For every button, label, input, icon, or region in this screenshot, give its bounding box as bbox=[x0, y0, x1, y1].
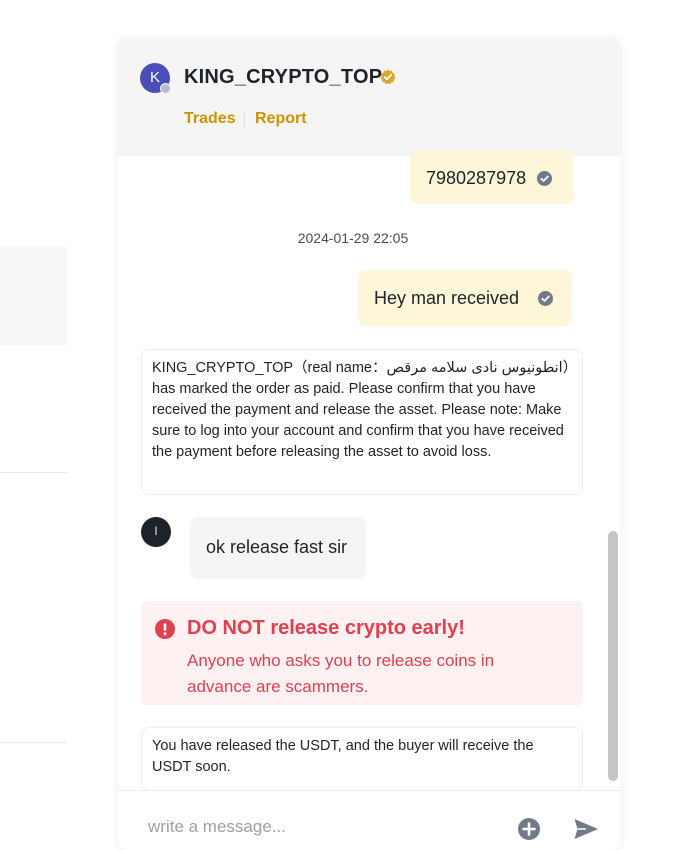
report-link[interactable]: Report bbox=[255, 110, 307, 128]
add-attachment-icon[interactable] bbox=[517, 817, 541, 841]
chat-panel: K KING_CRYPTO_TOP Trades Report 79802879… bbox=[118, 39, 621, 850]
divider bbox=[0, 742, 67, 743]
verified-badge-icon bbox=[380, 69, 396, 85]
message-timestamp: 2024-01-29 22:05 bbox=[297, 230, 409, 246]
message-text: Hey man received bbox=[374, 288, 520, 308]
scam-warning-banner: DO NOT release crypto early! Anyone who … bbox=[141, 601, 583, 705]
send-icon[interactable] bbox=[573, 817, 599, 841]
incoming-message: ok release fast sir bbox=[190, 517, 366, 579]
trades-link[interactable]: Trades bbox=[184, 110, 236, 128]
message-text: 7980287978 bbox=[426, 168, 527, 188]
username[interactable]: KING_CRYPTO_TOP bbox=[184, 66, 382, 89]
read-check-icon bbox=[538, 291, 553, 306]
outgoing-message: 7980287978 bbox=[410, 150, 573, 204]
divider bbox=[0, 472, 67, 473]
message-input[interactable] bbox=[146, 813, 490, 841]
avatar[interactable]: ا bbox=[141, 517, 171, 547]
scrollbar[interactable] bbox=[608, 531, 618, 781]
divider bbox=[244, 112, 245, 128]
read-check-icon bbox=[537, 171, 552, 186]
background-card bbox=[0, 246, 67, 345]
system-notice: You have released the USDT, and the buye… bbox=[141, 727, 583, 791]
warning-text: Anyone who asks you to release coins in … bbox=[187, 651, 495, 696]
message-text: ok release fast sir bbox=[206, 537, 348, 557]
chat-header: K KING_CRYPTO_TOP Trades Report bbox=[118, 39, 621, 156]
exclamation-circle-icon bbox=[155, 619, 175, 639]
message-composer bbox=[118, 790, 621, 850]
message-list: 7980287978 2024-01-29 22:05 Hey man rece… bbox=[118, 150, 621, 791]
outgoing-message: Hey man received bbox=[358, 270, 572, 326]
warning-title: DO NOT release crypto early! bbox=[187, 617, 465, 639]
online-status-dot bbox=[160, 83, 171, 94]
system-notice: KING_CRYPTO_TOP（real name：انطونيوس نادى … bbox=[141, 349, 583, 495]
